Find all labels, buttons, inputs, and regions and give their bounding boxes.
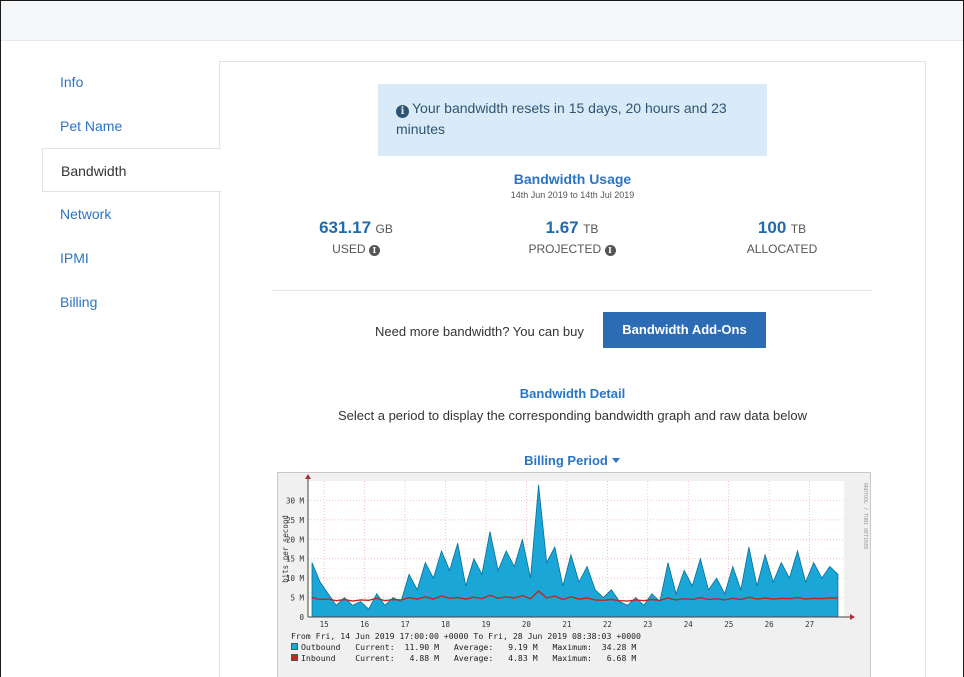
x-tick-label: 19 — [481, 620, 490, 629]
sidebar-item-bandwidth[interactable]: Bandwidth — [42, 148, 221, 192]
x-tick-label: 24 — [684, 620, 694, 629]
reset-info-alert: i Your bandwidth resets in 15 days, 20 ho… — [378, 84, 767, 156]
x-tick-label: 25 — [724, 620, 733, 629]
outbound-current: 11.90 M — [404, 642, 440, 652]
divider — [272, 290, 872, 291]
buy-text: Need more bandwidth? You can buy — [375, 324, 584, 339]
inbound-current-label: Current: — [355, 653, 395, 663]
used-stat: 631.17 GB USED i — [256, 218, 456, 256]
legend-outbound: Outbound Current: 11.90 M Average: 9.19 … — [291, 642, 636, 652]
used-unit: GB — [375, 222, 393, 236]
x-tick-label: 21 — [562, 620, 571, 629]
chevron-down-icon — [611, 458, 620, 463]
info-circle-icon: i — [396, 105, 409, 118]
x-tick-label: 23 — [643, 620, 652, 629]
outbound-average: 9.19 M — [508, 642, 538, 652]
allocated-unit: TB — [790, 222, 807, 236]
alert-text: Your bandwidth resets in 15 days, 20 hou… — [396, 100, 727, 137]
inbound-average-label: Average: — [453, 653, 494, 663]
inbound-swatch — [291, 654, 298, 661]
rrdtool-watermark: RRDTOOL / TOBI OETIKER — [862, 483, 868, 550]
bandwidth-panel: i Your bandwidth resets in 15 days, 20 ho… — [219, 61, 926, 677]
inbound-name: Inbound — [301, 653, 336, 663]
outbound-current-label: Current: — [355, 642, 395, 652]
outbound-maximum-label: Maximum: — [552, 642, 592, 652]
used-info-icon[interactable]: i — [368, 245, 380, 256]
outbound-maximum: 34.28 M — [601, 642, 637, 652]
y-tick-label: 0 — [299, 613, 304, 622]
detail-title: Bandwidth Detail — [519, 386, 626, 401]
graph-legend: From Fri, 14 Jun 2019 17:00:00 +0000 To … — [291, 631, 641, 664]
x-tick-label: 16 — [360, 620, 370, 629]
y-tick-label: 5 M — [290, 594, 304, 603]
projected-info-icon[interactable]: i — [604, 245, 616, 256]
allocated-stat: 100 TB ALLOCATED — [682, 218, 882, 256]
x-tick-label: 20 — [522, 620, 532, 629]
x-tick-label: 27 — [805, 620, 814, 629]
outbound-name: Outbound — [301, 642, 341, 652]
legend-inbound: Inbound Current: 4.88 M Average: 4.83 M … — [291, 653, 636, 663]
top-bar — [1, 1, 963, 41]
sidebar-item-ipmi[interactable]: IPMI — [42, 236, 220, 280]
inbound-maximum-label: Maximum: — [552, 653, 592, 663]
outbound-average-label: Average: — [453, 642, 494, 652]
y-axis-arrow — [305, 474, 311, 479]
usage-title: Bandwidth Usage — [513, 171, 632, 187]
usage-dates: 14th Jun 2019 to 14th Jul 2019 — [510, 190, 635, 200]
sidebar-item-info[interactable]: Info — [42, 60, 220, 104]
x-axis-arrow — [850, 614, 855, 620]
x-tick-label: 17 — [401, 620, 410, 629]
x-tick-label: 18 — [441, 620, 451, 629]
projected-value: 1.67 — [545, 218, 579, 237]
inbound-average: 4.83 M — [508, 653, 538, 663]
inbound-maximum: 6.68 M — [606, 653, 637, 663]
inbound-current: 4.88 M — [409, 653, 440, 663]
x-tick-label: 26 — [765, 620, 775, 629]
projected-label: PROJECTED — [528, 242, 602, 256]
buy-row: Need more bandwidth? You can buy Bandwid… — [220, 312, 925, 348]
y-axis-label: bits per second — [281, 515, 290, 583]
projected-stat: 1.67 TB PROJECTED i — [472, 218, 672, 256]
range-text: From Fri, 14 Jun 2019 17:00:00 +0000 To … — [291, 631, 641, 641]
projected-unit: TB — [583, 222, 599, 236]
sidebar-item-pet-name[interactable]: Pet Name — [42, 104, 220, 148]
allocated-value: 100 — [757, 218, 787, 237]
detail-subtitle: Select a period to display the correspon… — [337, 408, 808, 423]
billing-period-dropdown[interactable]: Billing Period — [520, 453, 624, 468]
billing-period-label: Billing Period — [524, 453, 608, 468]
x-tick-label: 15 — [320, 620, 329, 629]
sidebar: Info Pet Name Bandwidth Network IPMI Bil… — [42, 60, 221, 324]
bandwidth-graph: 05 M 10 M 15 M 20 M 25 M 30 M 15 16 17 18 19 20 21 22… — [277, 472, 871, 677]
bandwidth-add-ons-button[interactable]: Bandwidth Add-Ons — [603, 312, 766, 348]
used-value: 631.17 — [319, 218, 372, 237]
used-label: USED — [332, 242, 366, 256]
sidebar-item-network[interactable]: Network — [42, 192, 220, 236]
y-tick-label: 30 M — [286, 496, 305, 505]
outbound-swatch — [291, 643, 298, 650]
allocated-label: ALLOCATED — [746, 242, 818, 256]
x-tick-label: 22 — [603, 620, 612, 629]
sidebar-item-billing[interactable]: Billing — [42, 280, 220, 324]
